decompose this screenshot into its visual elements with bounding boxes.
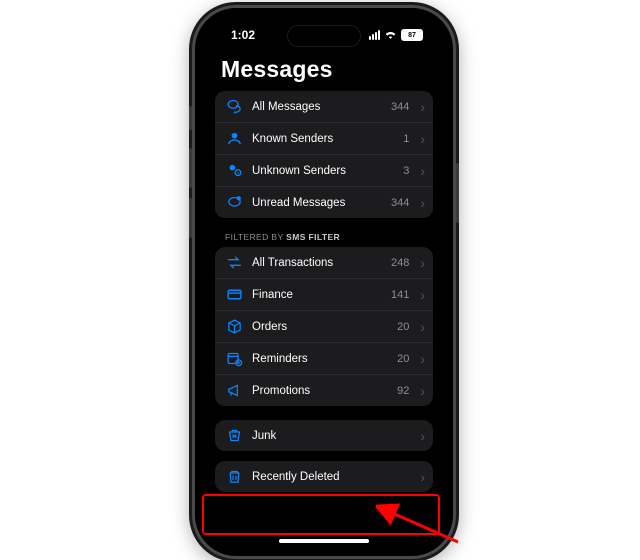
row-count: 20 xyxy=(397,321,409,333)
wifi-icon xyxy=(384,29,397,42)
row-all-transactions[interactable]: All Transactions 248 › xyxy=(215,247,433,278)
row-label: Junk xyxy=(252,430,411,442)
row-unread-messages[interactable]: Unread Messages 344 › xyxy=(215,186,433,218)
chevron-right-icon: › xyxy=(420,256,425,270)
row-finance[interactable]: Finance 141 › xyxy=(215,278,433,310)
row-label: Finance xyxy=(252,289,382,301)
row-count: 344 xyxy=(391,197,409,209)
content: All Messages 344 › Known Senders 1 › ? xyxy=(203,91,445,542)
chevron-right-icon: › xyxy=(420,196,425,210)
chevron-right-icon: › xyxy=(420,429,425,443)
trash-icon xyxy=(225,468,243,486)
chevron-right-icon: › xyxy=(420,132,425,146)
screen: 1:02 87 Messages All Messages 344 › xyxy=(203,16,445,548)
row-known-senders[interactable]: Known Senders 1 › xyxy=(215,122,433,154)
row-label: Reminders xyxy=(252,353,388,365)
group-recently-deleted: Recently Deleted › xyxy=(215,461,433,492)
chevron-right-icon: › xyxy=(420,288,425,302)
dynamic-island xyxy=(287,25,361,47)
person-check-icon xyxy=(225,130,243,148)
chevron-right-icon: › xyxy=(420,100,425,114)
cellular-icon xyxy=(369,30,380,40)
row-count: 3 xyxy=(403,165,409,177)
row-orders[interactable]: Orders 20 › xyxy=(215,310,433,342)
transfer-icon xyxy=(225,254,243,272)
megaphone-icon xyxy=(225,382,243,400)
chevron-right-icon: › xyxy=(420,470,425,484)
row-count: 344 xyxy=(391,101,409,113)
chevron-right-icon: › xyxy=(420,352,425,366)
row-unknown-senders[interactable]: ? Unknown Senders 3 › xyxy=(215,154,433,186)
row-label: All Messages xyxy=(252,101,382,113)
row-count: 20 xyxy=(397,353,409,365)
row-label: Promotions xyxy=(252,385,388,397)
row-label: Unknown Senders xyxy=(252,165,394,177)
row-junk[interactable]: Junk › xyxy=(215,420,433,451)
volume-down xyxy=(189,198,192,238)
row-label: Orders xyxy=(252,321,388,333)
volume-up xyxy=(189,148,192,188)
junk-icon xyxy=(225,427,243,445)
row-reminders[interactable]: Reminders 20 › xyxy=(215,342,433,374)
row-count: 1 xyxy=(403,133,409,145)
home-indicator[interactable] xyxy=(279,539,369,543)
row-promotions[interactable]: Promotions 92 › xyxy=(215,374,433,406)
group-junk: Junk › xyxy=(215,420,433,451)
chevron-right-icon: › xyxy=(420,384,425,398)
row-label: Unread Messages xyxy=(252,197,382,209)
chevron-right-icon: › xyxy=(420,320,425,334)
group-main: All Messages 344 › Known Senders 1 › ? xyxy=(215,91,433,218)
section-label-filtered: Filtered by SMS Filter xyxy=(225,232,433,242)
bubble-badge-icon xyxy=(225,194,243,212)
bubbles-icon xyxy=(225,98,243,116)
battery-icon: 87 xyxy=(401,29,423,41)
row-count: 248 xyxy=(391,257,409,269)
group-filtered: All Transactions 248 › Finance 141 › xyxy=(215,247,433,406)
card-icon xyxy=(225,286,243,304)
iphone-frame: 1:02 87 Messages All Messages 344 › xyxy=(192,5,456,559)
chevron-right-icon: › xyxy=(420,164,425,178)
power-button xyxy=(456,163,459,223)
status-right: 87 xyxy=(369,29,423,42)
calendar-clock-icon xyxy=(225,350,243,368)
page-title: Messages xyxy=(221,56,445,83)
row-all-messages[interactable]: All Messages 344 › xyxy=(215,91,433,122)
person-question-icon: ? xyxy=(225,162,243,180)
box-icon xyxy=(225,318,243,336)
mute-switch xyxy=(189,106,192,130)
status-time: 1:02 xyxy=(231,28,255,42)
row-label: Recently Deleted xyxy=(252,471,411,483)
row-label: Known Senders xyxy=(252,133,394,145)
row-recently-deleted[interactable]: Recently Deleted › xyxy=(215,461,433,492)
row-count: 141 xyxy=(391,289,409,301)
row-count: 92 xyxy=(397,385,409,397)
row-label: All Transactions xyxy=(252,257,382,269)
